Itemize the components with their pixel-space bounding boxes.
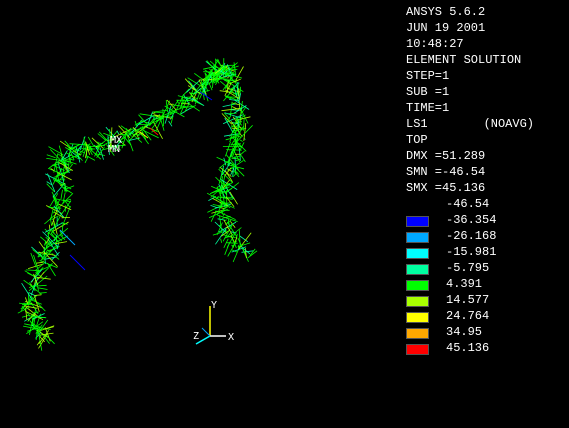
truss-element <box>207 193 227 204</box>
time-value: TIME=1 <box>406 100 566 116</box>
contour-row: 24.764 <box>406 308 566 324</box>
averaging-mode: (NOAVG) <box>484 116 534 132</box>
substep-value: SUB =1 <box>406 84 566 100</box>
truss-element <box>53 180 71 190</box>
contour-color-swatch <box>406 312 429 323</box>
solution-type: ELEMENT SOLUTION <box>406 52 566 68</box>
stress-max: SMX =45.136 <box>406 180 566 196</box>
contour-value: 4.391 <box>446 276 482 292</box>
truss-element <box>153 110 168 112</box>
contour-color-swatch <box>406 344 429 355</box>
load-step-row: LS1 (NOAVG) <box>406 116 534 132</box>
contour-row: -5.795 <box>406 260 566 276</box>
truss-element <box>240 151 245 155</box>
truss-element <box>227 243 238 244</box>
truss-element <box>36 262 43 263</box>
contour-color-swatch <box>406 248 429 259</box>
truss-element <box>46 158 59 160</box>
contour-min-value: -46.54 <box>446 196 489 212</box>
contour-value: -15.981 <box>446 244 496 260</box>
contour-row: 14.577 <box>406 292 566 308</box>
contour-color-swatch <box>406 232 429 243</box>
contour-row: -26.168 <box>406 228 566 244</box>
truss-element <box>38 288 48 290</box>
contour-value: 45.136 <box>446 340 489 356</box>
truss-element <box>221 239 222 243</box>
software-version: ANSYS 5.6.2 <box>406 4 566 20</box>
truss-element <box>225 142 230 157</box>
truss-element <box>26 308 27 320</box>
contour-color-swatch <box>406 264 429 275</box>
min-marker: MN <box>108 144 120 155</box>
contour-row: -36.354 <box>406 212 566 228</box>
contour-value: 24.764 <box>446 308 489 324</box>
stress-min: SMN =-46.54 <box>406 164 566 180</box>
truss-element <box>70 255 85 270</box>
truss-element <box>218 219 225 220</box>
contour-value: 14.577 <box>446 292 489 308</box>
run-time: 10:48:27 <box>406 36 566 52</box>
results-legend: ANSYS 5.6.2 JUN 19 2001 10:48:27 ELEMENT… <box>406 4 566 356</box>
truss-element <box>182 97 191 98</box>
truss-element <box>245 248 246 258</box>
truss-element <box>192 98 205 106</box>
contour-color-swatch <box>406 296 429 307</box>
truss-element <box>49 225 50 232</box>
layer-label: TOP <box>406 132 566 148</box>
truss-element <box>46 335 55 344</box>
step-value: STEP=1 <box>406 68 566 84</box>
truss-element <box>47 155 56 158</box>
truss-element <box>34 295 41 296</box>
truss-element <box>232 173 233 174</box>
x-axis-label: X <box>228 332 234 343</box>
truss-element <box>237 122 240 123</box>
contour-value: -5.795 <box>446 260 489 276</box>
truss-element <box>211 205 218 207</box>
max-displacement: DMX =51.289 <box>406 148 566 164</box>
truss-element <box>117 131 119 134</box>
truss-element <box>240 140 243 142</box>
contour-value: -26.168 <box>446 228 496 244</box>
axis-triad: Y X Z <box>193 300 234 344</box>
truss-element <box>27 273 32 276</box>
contour-min-row: -46.54 <box>406 196 566 212</box>
truss-element <box>26 270 39 271</box>
contour-scale: -36.354-26.168-15.981-5.7954.39114.57724… <box>406 212 566 356</box>
truss-element <box>61 190 63 199</box>
truss-element <box>239 229 240 246</box>
contour-row: 4.391 <box>406 276 566 292</box>
truss-mesh-plot: MX MN Y X Z <box>0 0 400 424</box>
contour-row: 34.95 <box>406 324 566 340</box>
truss-element <box>236 67 244 81</box>
truss-element <box>53 197 55 198</box>
truss-mesh <box>18 58 257 351</box>
truss-element <box>153 113 156 114</box>
z-axis-label: Z <box>193 331 199 342</box>
truss-element <box>236 159 241 161</box>
y-axis-label: Y <box>211 300 217 311</box>
load-step-label: LS1 <box>406 116 428 132</box>
contour-row: -15.981 <box>406 244 566 260</box>
triad-diagonal <box>202 328 210 336</box>
contour-value: -36.354 <box>446 212 496 228</box>
run-date: JUN 19 2001 <box>406 20 566 36</box>
model-viewport[interactable]: MX MN Y X Z <box>0 0 400 424</box>
contour-value: 34.95 <box>446 324 482 340</box>
max-min-markers: MX MN <box>108 135 122 155</box>
contour-color-swatch <box>406 280 429 291</box>
contour-color-swatch <box>406 328 429 339</box>
truss-element <box>238 243 250 247</box>
truss-element <box>231 110 239 111</box>
truss-element <box>39 242 44 249</box>
contour-color-swatch <box>406 216 429 227</box>
truss-element <box>65 199 71 201</box>
contour-row: 45.136 <box>406 340 566 356</box>
